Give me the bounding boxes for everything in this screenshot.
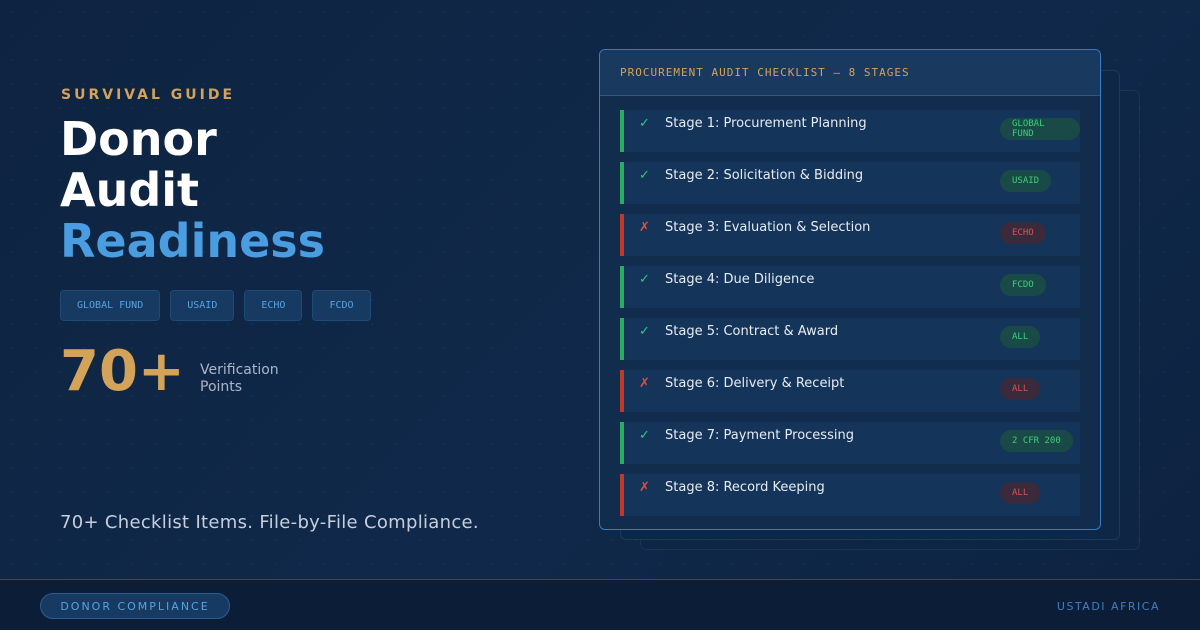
status-bar <box>620 318 624 360</box>
checklist-row: ✗ Stage 6: Delivery & Receipt ALL <box>620 370 1080 412</box>
status-mark-icon: ✗ <box>639 220 650 235</box>
status-bar <box>620 266 624 308</box>
stage-label: Stage 3: Evaluation & Selection <box>665 220 871 235</box>
status-bar <box>620 422 624 464</box>
stage-label: Stage 6: Delivery & Receipt <box>665 376 845 391</box>
stage-label: Stage 5: Contract & Award <box>665 324 839 339</box>
status-mark-icon: ✗ <box>639 376 650 391</box>
footer-category-pill: DONOR COMPLIANCE <box>40 593 230 619</box>
donor-tag: USAID <box>170 290 235 321</box>
checklist-row: ✓ Stage 2: Solicitation & Bidding USAID <box>620 162 1080 204</box>
status-bar <box>620 162 624 204</box>
footer-bar: DONOR COMPLIANCE USTADI AFRICA <box>0 579 1200 630</box>
donor-badge: FCDO <box>1000 274 1046 296</box>
checklist-row: ✓ Stage 4: Due Diligence FCDO <box>620 266 1080 308</box>
stat-label: Verification Points <box>200 362 279 395</box>
status-mark-icon: ✓ <box>639 116 650 131</box>
footer-brand: USTADI AFRICA <box>1056 600 1160 613</box>
title-line-3: Readiness <box>60 214 326 268</box>
stage-label: Stage 2: Solicitation & Bidding <box>665 168 864 183</box>
title-line-2: Audit <box>60 163 200 217</box>
checklist-row: ✓ Stage 7: Payment Processing 2 CFR 200 <box>620 422 1080 464</box>
stage-label: Stage 8: Record Keeping <box>665 480 825 495</box>
donor-tag: FCDO <box>312 290 371 321</box>
checklist-header: PROCUREMENT AUDIT CHECKLIST — 8 STAGES <box>600 50 1100 96</box>
page-title: Donor Audit Readiness <box>60 114 325 267</box>
stage-label: Stage 7: Payment Processing <box>665 428 854 443</box>
checklist-row: ✗ Stage 8: Record Keeping ALL <box>620 474 1080 516</box>
checklist-row: ✓ Stage 5: Contract & Award ALL <box>620 318 1080 360</box>
donor-badge: 2 CFR 200 <box>1000 430 1073 452</box>
donor-badge: GLOBAL FUND <box>1000 118 1080 140</box>
donor-badge: USAID <box>1000 170 1052 192</box>
donor-tags: GLOBAL FUND USAID ECHO FCDO <box>60 290 371 321</box>
donor-tag: ECHO <box>244 290 303 321</box>
stage-label: Stage 4: Due Diligence <box>665 272 815 287</box>
title-line-1: Donor <box>60 112 217 166</box>
stage-label: Stage 1: Procurement Planning <box>665 116 867 131</box>
tagline: 70+ Checklist Items. File-by-File Compli… <box>60 512 479 533</box>
checklist-row: ✓ Stage 1: Procurement Planning GLOBAL F… <box>620 110 1080 152</box>
eyebrow-label: SURVIVAL GUIDE <box>61 87 236 103</box>
status-mark-icon: ✓ <box>639 324 650 339</box>
checklist-rows: ✓ Stage 1: Procurement Planning GLOBAL F… <box>620 110 1080 526</box>
stat-value: 70+ <box>60 339 185 404</box>
checklist-row: ✗ Stage 3: Evaluation & Selection ECHO <box>620 214 1080 256</box>
status-mark-icon: ✓ <box>639 168 650 183</box>
donor-badge: ALL <box>1000 326 1041 348</box>
donor-badge: ALL <box>1000 378 1041 400</box>
status-bar <box>620 474 624 516</box>
status-bar <box>620 370 624 412</box>
status-bar <box>620 214 624 256</box>
donor-badge: ECHO <box>1000 222 1046 244</box>
status-bar <box>620 110 624 152</box>
status-mark-icon: ✓ <box>639 428 650 443</box>
donor-badge: ALL <box>1000 482 1041 504</box>
checklist-card: PROCUREMENT AUDIT CHECKLIST — 8 STAGES ✓… <box>599 49 1101 530</box>
donor-tag: GLOBAL FUND <box>60 290 161 321</box>
status-mark-icon: ✗ <box>639 480 650 495</box>
status-mark-icon: ✓ <box>639 272 650 287</box>
